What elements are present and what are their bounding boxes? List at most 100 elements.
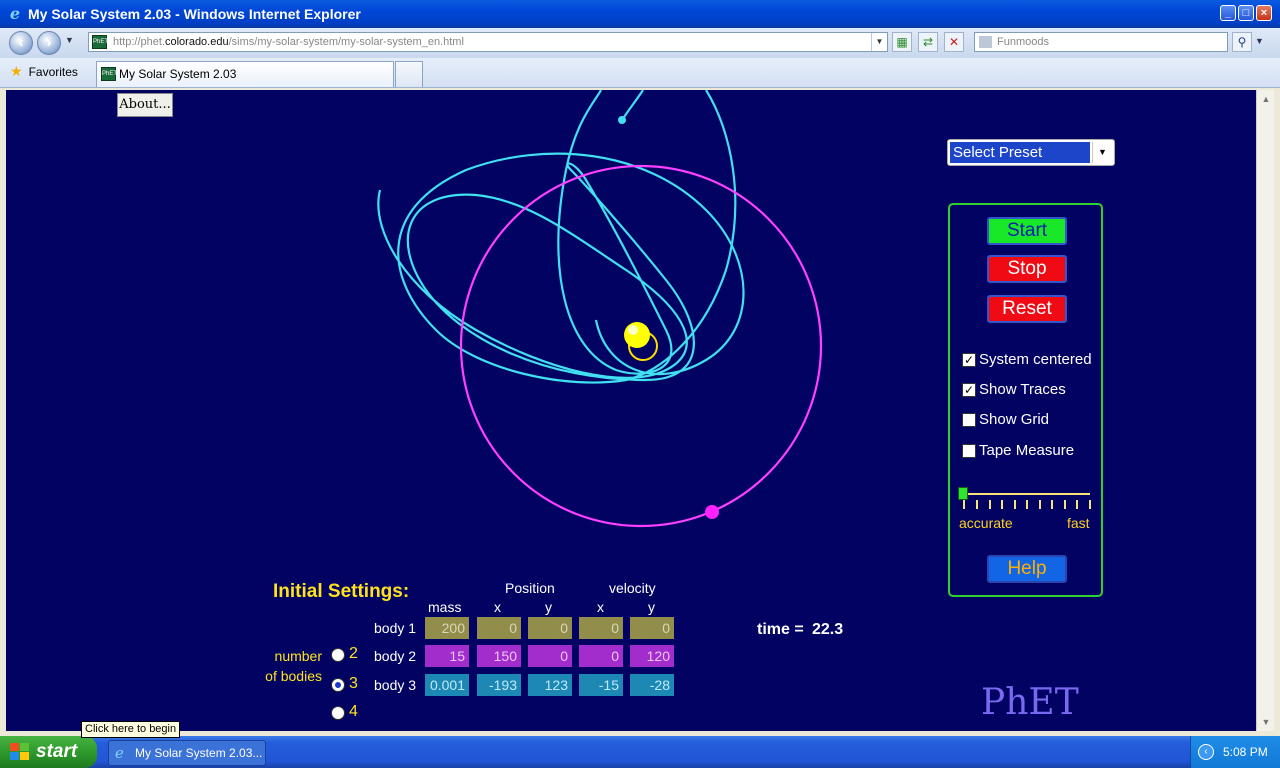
show-traces-label: Show Traces bbox=[979, 381, 1066, 398]
show-traces-checkbox[interactable]: ✓ bbox=[962, 383, 976, 397]
scroll-up-icon[interactable]: ▲ bbox=[1259, 92, 1273, 106]
chevron-down-icon[interactable]: ▼ bbox=[1092, 142, 1112, 163]
address-dropdown-icon[interactable]: ▼ bbox=[871, 33, 887, 51]
favorites-label: Favorites bbox=[28, 64, 78, 79]
minimize-button[interactable]: _ bbox=[1220, 5, 1236, 21]
body-2-planet[interactable] bbox=[705, 505, 719, 519]
slider-tick bbox=[1026, 500, 1028, 509]
bodies-4-label: 4 bbox=[349, 703, 358, 720]
search-options-icon[interactable]: ▼ bbox=[1255, 36, 1264, 46]
tab-title: My Solar System 2.03 bbox=[119, 67, 237, 81]
refresh-icon[interactable]: ⇄ bbox=[918, 32, 938, 52]
body-2-y-input[interactable]: 0 bbox=[528, 645, 572, 667]
help-button[interactable]: Help bbox=[987, 555, 1067, 583]
column-position-x: x bbox=[494, 599, 501, 615]
show-grid-checkbox[interactable] bbox=[962, 413, 976, 427]
bodies-3-label: 3 bbox=[349, 675, 358, 692]
body-3-y-input[interactable]: 123 bbox=[528, 674, 572, 696]
bodies-2-radio[interactable] bbox=[331, 648, 345, 662]
stop-button[interactable]: Stop bbox=[987, 255, 1067, 283]
system-tray: ‹ 5:08 PM bbox=[1190, 736, 1280, 768]
stop-load-icon[interactable]: ✕ bbox=[944, 32, 964, 52]
maximize-button[interactable]: □ bbox=[1238, 5, 1254, 21]
show-grid-label: Show Grid bbox=[979, 411, 1050, 428]
slider-tick bbox=[1064, 500, 1066, 509]
slider-tick bbox=[1001, 500, 1003, 509]
number-of-bodies-line1: number bbox=[274, 648, 322, 664]
favorites-button[interactable]: ★ Favorites bbox=[10, 63, 78, 80]
scroll-down-icon[interactable]: ▼ bbox=[1259, 715, 1273, 729]
system-centered-checkbox[interactable]: ✓ bbox=[962, 353, 976, 367]
ie-icon: e bbox=[115, 744, 124, 762]
compatibility-icon[interactable]: ▦ bbox=[892, 32, 912, 52]
bodies-4-radio[interactable] bbox=[331, 706, 345, 720]
column-velocity-x: x bbox=[597, 599, 604, 615]
windows-flag-icon bbox=[10, 743, 30, 761]
slider-tick bbox=[1051, 500, 1053, 509]
tray-expand-icon[interactable]: ‹ bbox=[1198, 744, 1214, 760]
time-label: time = bbox=[757, 621, 804, 638]
body-2-x-input[interactable]: 150 bbox=[477, 645, 521, 667]
new-tab-button[interactable] bbox=[395, 61, 423, 87]
phet-logo[interactable]: PhET bbox=[981, 682, 1079, 723]
speed-slider-track[interactable] bbox=[963, 493, 1090, 495]
slider-tick bbox=[1014, 500, 1016, 509]
slider-tick bbox=[976, 500, 978, 509]
slider-tick bbox=[1076, 500, 1078, 509]
search-input[interactable]: Funmoods bbox=[974, 32, 1228, 52]
body-1-x-input[interactable]: 0 bbox=[477, 617, 521, 639]
phet-favicon-icon: PhET bbox=[92, 35, 108, 49]
tab-my-solar-system[interactable]: PhET My Solar System 2.03 bbox=[96, 61, 394, 87]
body-2-mass-input[interactable]: 15 bbox=[425, 645, 469, 667]
bodies-3-radio[interactable] bbox=[331, 678, 345, 692]
body-2-vx-input[interactable]: 0 bbox=[579, 645, 623, 667]
number-of-bodies-line2: of bodies bbox=[265, 668, 322, 684]
body-1-mass-input[interactable]: 200 bbox=[425, 617, 469, 639]
taskbar-item-ie[interactable]: e My Solar System 2.03... bbox=[108, 740, 266, 766]
velocity-group-label: velocity bbox=[609, 580, 656, 596]
tape-measure-checkbox[interactable] bbox=[962, 444, 976, 458]
body-1-vy-input[interactable]: 0 bbox=[630, 617, 674, 639]
url-prefix: http://phet. bbox=[113, 36, 165, 48]
body-1-vx-input[interactable]: 0 bbox=[579, 617, 623, 639]
body-3-vx-input[interactable]: -15 bbox=[579, 674, 623, 696]
row-body-1-label: body 1 bbox=[374, 620, 417, 636]
body-3-x-input[interactable]: -193 bbox=[477, 674, 521, 696]
start-label: start bbox=[36, 741, 78, 762]
column-mass: mass bbox=[428, 599, 462, 615]
start-button[interactable]: Start bbox=[987, 217, 1067, 245]
preset-select[interactable]: Select Preset ▼ bbox=[947, 139, 1115, 166]
history-dropdown-icon[interactable]: ▼ bbox=[65, 35, 74, 45]
body-3-mass-input[interactable]: 0.001 bbox=[425, 674, 469, 696]
speed-slider-handle[interactable] bbox=[958, 487, 968, 500]
browser-window: e My Solar System 2.03 - Windows Interne… bbox=[0, 0, 1280, 768]
body-1-y-input[interactable]: 0 bbox=[528, 617, 572, 639]
close-button[interactable]: × bbox=[1256, 5, 1272, 21]
vertical-scrollbar[interactable]: ▲ ▼ bbox=[1256, 90, 1274, 731]
url-host: colorado.edu bbox=[164, 36, 229, 48]
preset-selected-value: Select Preset bbox=[950, 142, 1090, 163]
search-placeholder: Funmoods bbox=[997, 36, 1049, 48]
address-bar[interactable]: PhET http://phet.colorado.edu/sims/my-so… bbox=[88, 32, 888, 52]
forward-icon[interactable]: › bbox=[37, 31, 61, 55]
column-position-y: y bbox=[545, 599, 552, 615]
simulation-canvas[interactable]: About... Select Preset ▼ Start Stop Rese… bbox=[6, 90, 1256, 731]
slider-tick bbox=[1089, 500, 1091, 509]
body-3-moon[interactable] bbox=[618, 116, 626, 124]
initial-settings-title: Initial Settings: bbox=[273, 581, 410, 602]
clock[interactable]: 5:08 PM bbox=[1223, 736, 1268, 768]
title-bar: e My Solar System 2.03 - Windows Interne… bbox=[0, 0, 1280, 28]
window-title: My Solar System 2.03 - Windows Internet … bbox=[28, 6, 361, 22]
body-1-sun[interactable] bbox=[624, 322, 650, 348]
search-icon[interactable]: ⚲ bbox=[1232, 32, 1252, 52]
time-value: 22.3 bbox=[812, 621, 844, 638]
tooltip: Click here to begin bbox=[81, 721, 181, 738]
slider-left-label: accurate bbox=[959, 515, 1013, 531]
reset-button[interactable]: Reset bbox=[987, 295, 1067, 323]
start-menu-button[interactable]: start bbox=[0, 736, 97, 768]
body-2-vy-input[interactable]: 120 bbox=[630, 645, 674, 667]
about-button[interactable]: About... bbox=[117, 93, 173, 117]
frame-right bbox=[1274, 88, 1280, 733]
back-icon[interactable]: ‹ bbox=[9, 31, 33, 55]
body-3-vy-input[interactable]: -28 bbox=[630, 674, 674, 696]
